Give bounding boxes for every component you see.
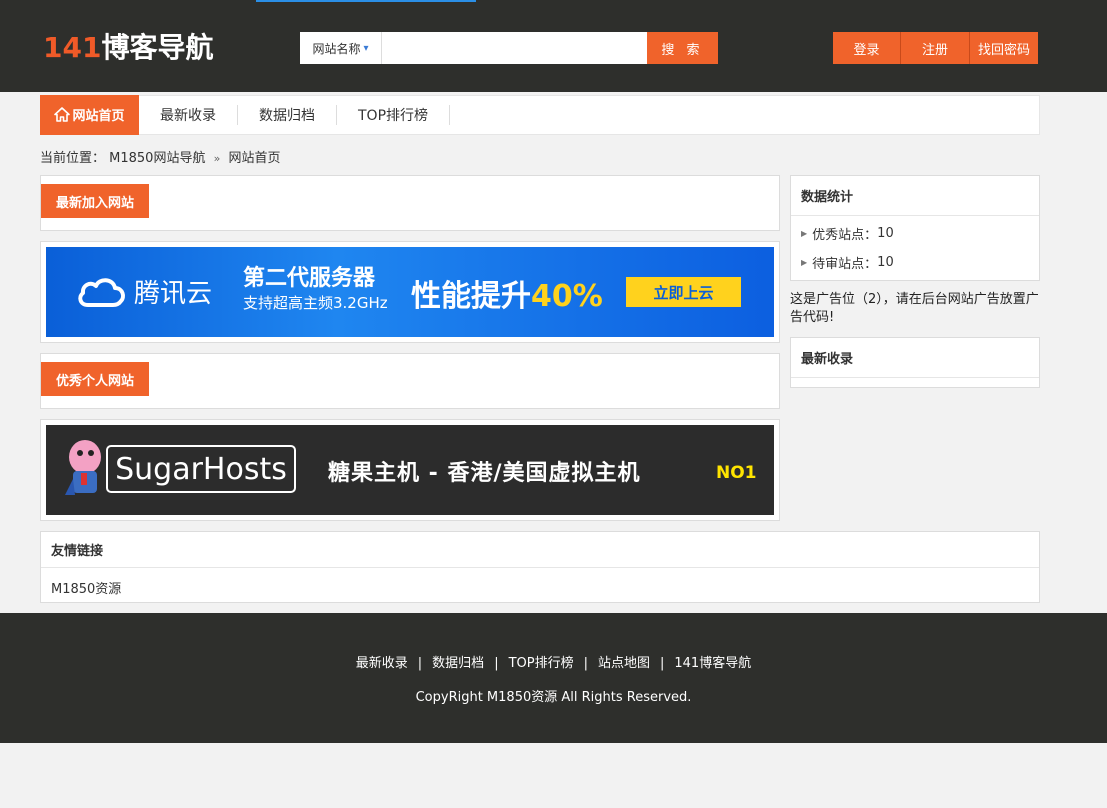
copyright: CopyRight M1850资源 All Rights Reserved.: [415, 690, 692, 705]
stat-label: 待审站点：: [812, 257, 878, 272]
breadcrumb-current: 网站首页: [228, 151, 281, 166]
search-type-select[interactable]: 网站名称 ▾: [300, 32, 382, 64]
banner-panel-1: 腾讯云 第二代服务器 支持超高主频3.2GHz 性能提升40% 立即上云: [40, 241, 780, 343]
recent-title: 最新收录: [791, 338, 1039, 378]
stat-row-excellent: ▶ 优秀站点： 10: [791, 219, 1039, 248]
stat-value: 10: [877, 255, 894, 270]
search-button[interactable]: 搜 索: [647, 32, 718, 64]
friend-link[interactable]: M1850资源: [51, 582, 121, 597]
banner-panel-2: SugarHosts 糖果主机 - 香港/美国虚拟主机 NO1: [40, 419, 780, 521]
friend-links-title: 友情链接: [41, 532, 1039, 568]
breadcrumb-site-link[interactable]: M1850网站导航: [109, 151, 205, 166]
cloud-icon: [78, 277, 125, 307]
banner2-slogan: 糖果主机 - 香港/美国虚拟主机: [328, 461, 641, 486]
footer-separator: |: [417, 656, 423, 671]
login-button[interactable]: 登录: [833, 32, 901, 64]
footer-separator: |: [494, 656, 499, 671]
stat-label: 优秀站点：: [812, 228, 878, 243]
chevron-down-icon: ▾: [363, 42, 369, 54]
site-logo[interactable]: 141博客导航: [43, 30, 213, 66]
tencent-cloud-logo: 腾讯云: [76, 273, 212, 310]
search-input[interactable]: [382, 32, 647, 64]
personal-sites-panel: 优秀个人网站: [40, 353, 780, 409]
banner2-badge: NO1: [716, 463, 757, 483]
footer-separator: |: [660, 656, 665, 671]
banner1-performance: 性能提升40%: [411, 271, 603, 315]
nav-item-latest[interactable]: 最新收录: [139, 105, 238, 125]
latest-sites-panel: 最新加入网站: [40, 175, 780, 231]
arrow-right-icon: ▶: [801, 258, 808, 267]
footer-link-archive[interactable]: 数据归档: [432, 656, 484, 671]
stat-value: 10: [877, 226, 894, 241]
footer-links: 最新收录 | 数据归档 | TOP排行榜 | 站点地图 | 141博客导航: [0, 652, 1107, 671]
stats-panel: 数据统计 ▶ 优秀站点： 10 ▶ 待审站点： 10: [790, 175, 1040, 281]
banner1-perf-label: 性能提升: [411, 279, 531, 314]
logo-number: 141: [43, 31, 102, 64]
banner1-text: 第二代服务器 支持超高主频3.2GHz: [243, 267, 388, 315]
personal-sites-title: 优秀个人网站: [41, 362, 150, 396]
recent-panel: 最新收录: [790, 337, 1040, 388]
footer-link-sitemap[interactable]: 站点地图: [598, 656, 650, 671]
footer-link-home[interactable]: 141博客导航: [674, 656, 751, 671]
home-icon: [54, 107, 71, 122]
banner1-cta-button[interactable]: 立即上云: [626, 277, 741, 307]
breadcrumb: 当前位置： M1850网站导航 » 网站首页: [40, 147, 281, 166]
latest-sites-title: 最新加入网站: [41, 184, 150, 218]
search-bar: 网站名称 ▾ 搜 索: [300, 32, 718, 64]
nav-home-label: 网站首页: [72, 109, 125, 124]
footer-separator: |: [583, 656, 588, 671]
footer-link-latest[interactable]: 最新收录: [356, 656, 408, 671]
breadcrumb-separator-icon: »: [213, 152, 221, 165]
sugarhosts-logo: SugarHosts: [106, 445, 296, 493]
banner1-line2: 支持超高主频3.2GHz: [243, 294, 388, 312]
sidebar-ad-placeholder: 这是广告位（2），请在后台网站广告放置广告代码!: [790, 292, 1039, 325]
nav-item-archive[interactable]: 数据归档: [238, 105, 337, 125]
arrow-right-icon: ▶: [801, 229, 808, 238]
sugarhosts-banner[interactable]: SugarHosts 糖果主机 - 香港/美国虚拟主机 NO1: [46, 425, 774, 515]
site-header: 141博客导航 网站名称 ▾ 搜 索 登录 注册 找回密码: [0, 0, 1107, 92]
nav-home[interactable]: 网站首页: [40, 94, 139, 135]
register-button[interactable]: 注册: [901, 32, 970, 64]
main-nav: 网站首页 最新收录 数据归档 TOP排行榜: [40, 94, 1040, 135]
forgot-password-button[interactable]: 找回密码: [970, 32, 1038, 64]
banner1-perf-value: 40%: [531, 279, 603, 314]
nav-item-top[interactable]: TOP排行榜: [337, 105, 451, 125]
mascot-icon: [65, 440, 101, 495]
top-accent-bar: [256, 0, 476, 2]
site-footer: 最新收录 | 数据归档 | TOP排行榜 | 站点地图 | 141博客导航 CopyRight …: [0, 613, 1107, 743]
banner1-line1: 第二代服务器: [243, 266, 376, 291]
search-type-label: 网站名称: [312, 41, 361, 56]
auth-buttons: 登录 注册 找回密码: [833, 32, 1038, 64]
breadcrumb-prefix: 当前位置：: [40, 151, 106, 166]
tencent-cloud-name: 腾讯云: [134, 279, 213, 309]
stat-row-pending: ▶ 待审站点： 10: [791, 248, 1039, 277]
friend-links-panel: 友情链接 M1850资源: [40, 531, 1040, 603]
footer-link-top[interactable]: TOP排行榜: [509, 656, 574, 671]
logo-text: 博客导航: [101, 31, 214, 64]
tencent-cloud-banner[interactable]: 腾讯云 第二代服务器 支持超高主频3.2GHz 性能提升40% 立即上云: [46, 247, 774, 337]
stats-title: 数据统计: [791, 176, 1039, 216]
